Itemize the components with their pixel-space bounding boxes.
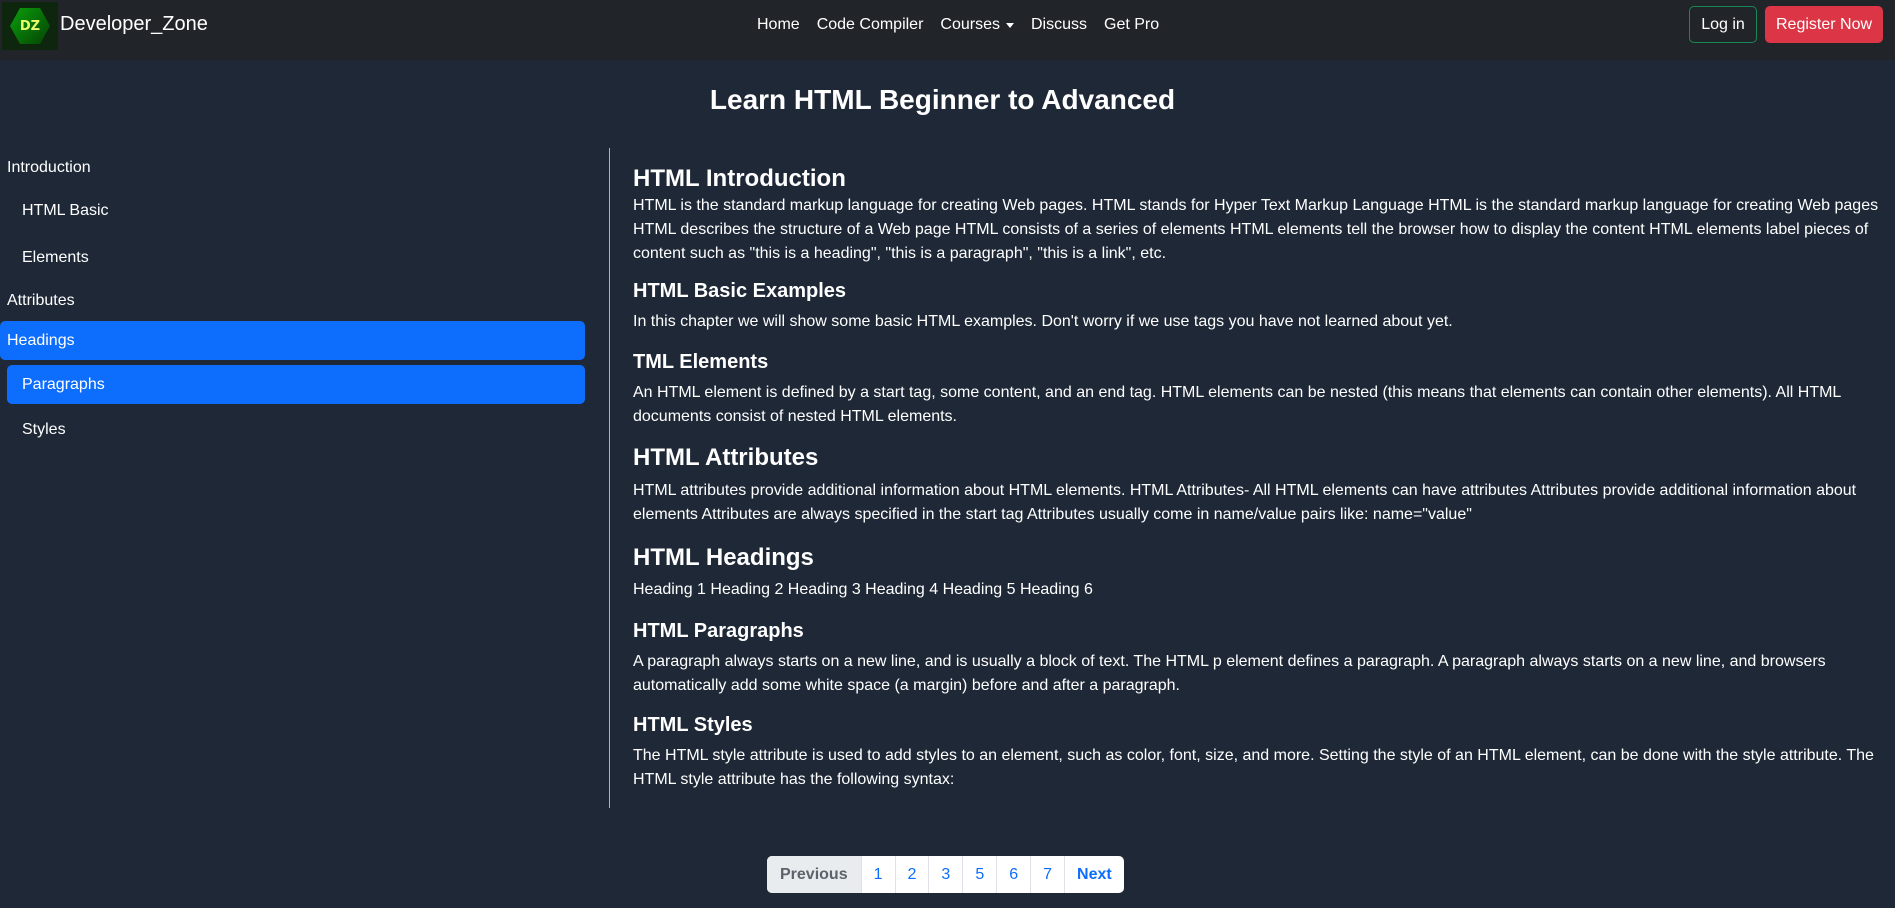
- sidebar-item-elements[interactable]: Elements: [22, 240, 89, 276]
- sidebar-item-introduction[interactable]: Introduction: [7, 150, 91, 186]
- section-heading: HTML Attributes: [633, 444, 819, 471]
- section-heading: HTML Paragraphs: [633, 620, 804, 642]
- sidebar-item-headings[interactable]: Headings: [0, 321, 585, 360]
- sidebar-item-html-basic[interactable]: HTML Basic: [22, 193, 109, 229]
- sidebar-item-paragraphs[interactable]: Paragraphs: [7, 365, 585, 404]
- section-basic-examples: HTML Basic Examples In this chapter we w…: [633, 278, 1895, 334]
- pagination-page-6[interactable]: 6: [996, 856, 1030, 893]
- section-heading: HTML Introduction: [633, 165, 846, 192]
- page-title: Learn HTML Beginner to Advanced: [709, 84, 1176, 115]
- section-styles: HTML Styles The HTML style attribute is …: [633, 712, 1895, 792]
- login-button[interactable]: Log in: [1689, 6, 1757, 43]
- section-elements: TML Elements An HTML element is defined …: [633, 349, 1895, 429]
- sidebar-item-styles[interactable]: Styles: [22, 412, 66, 448]
- pagination-page-3[interactable]: 3: [928, 856, 962, 893]
- section-text: In this chapter we will show some basic …: [633, 313, 1453, 330]
- content-divider: [609, 148, 610, 808]
- section-headings: HTML Headings Heading 1 Heading 2 Headin…: [633, 543, 1895, 602]
- section-heading: TML Elements: [633, 351, 769, 373]
- nav-discuss-link[interactable]: Discuss: [1031, 16, 1087, 34]
- section-text: HTML attributes provide additional infor…: [633, 482, 1857, 523]
- section-heading: HTML Basic Examples: [633, 280, 847, 302]
- chevron-down-icon: [1005, 22, 1014, 28]
- pagination-page-5[interactable]: 5: [962, 856, 996, 893]
- section-heading: HTML Headings: [633, 544, 814, 571]
- nav-links: Home Code Compiler Courses Discuss Get P…: [757, 16, 1176, 34]
- nav-courses-label: Courses: [940, 16, 1000, 33]
- section-heading: HTML Styles: [633, 714, 753, 736]
- nav-get-pro-link[interactable]: Get Pro: [1104, 16, 1159, 34]
- section-introduction: HTML Introduction HTML is the standard m…: [633, 164, 1895, 266]
- register-button[interactable]: Register Now: [1765, 6, 1883, 43]
- brand-name[interactable]: Developer_Zone: [60, 13, 208, 36]
- nav-code-compiler-link[interactable]: Code Compiler: [817, 16, 924, 34]
- logo-icon: DZ: [10, 8, 50, 44]
- pagination-page-1[interactable]: 1: [860, 856, 895, 893]
- section-text: The HTML style attribute is used to add …: [633, 747, 1874, 788]
- section-text: A paragraph always starts on a new line,…: [633, 653, 1826, 694]
- nav-courses-dropdown[interactable]: Courses: [940, 16, 1014, 34]
- section-text: An HTML element is defined by a start ta…: [633, 384, 1841, 425]
- pagination: Previous 1 2 3 5 6 7 Next: [767, 856, 1124, 893]
- section-paragraphs: HTML Paragraphs A paragraph always start…: [633, 618, 1895, 698]
- navbar: DZ Developer_Zone Home Code Compiler Cou…: [0, 0, 1895, 60]
- sidebar-item-attributes[interactable]: Attributes: [7, 283, 75, 319]
- pagination-previous[interactable]: Previous: [767, 856, 861, 893]
- section-text: HTML is the standard markup language for…: [633, 197, 1879, 262]
- pagination-next[interactable]: Next: [1064, 856, 1124, 893]
- logo-text: DZ: [19, 18, 41, 34]
- nav-home-link[interactable]: Home: [757, 16, 800, 34]
- pagination-page-2[interactable]: 2: [894, 856, 929, 893]
- brand-logo[interactable]: DZ: [2, 2, 58, 50]
- section-text: Heading 1 Heading 2 Heading 3 Heading 4 …: [633, 581, 1093, 598]
- section-attributes: HTML Attributes HTML attributes provide …: [633, 443, 1895, 527]
- pagination-page-7[interactable]: 7: [1030, 856, 1064, 893]
